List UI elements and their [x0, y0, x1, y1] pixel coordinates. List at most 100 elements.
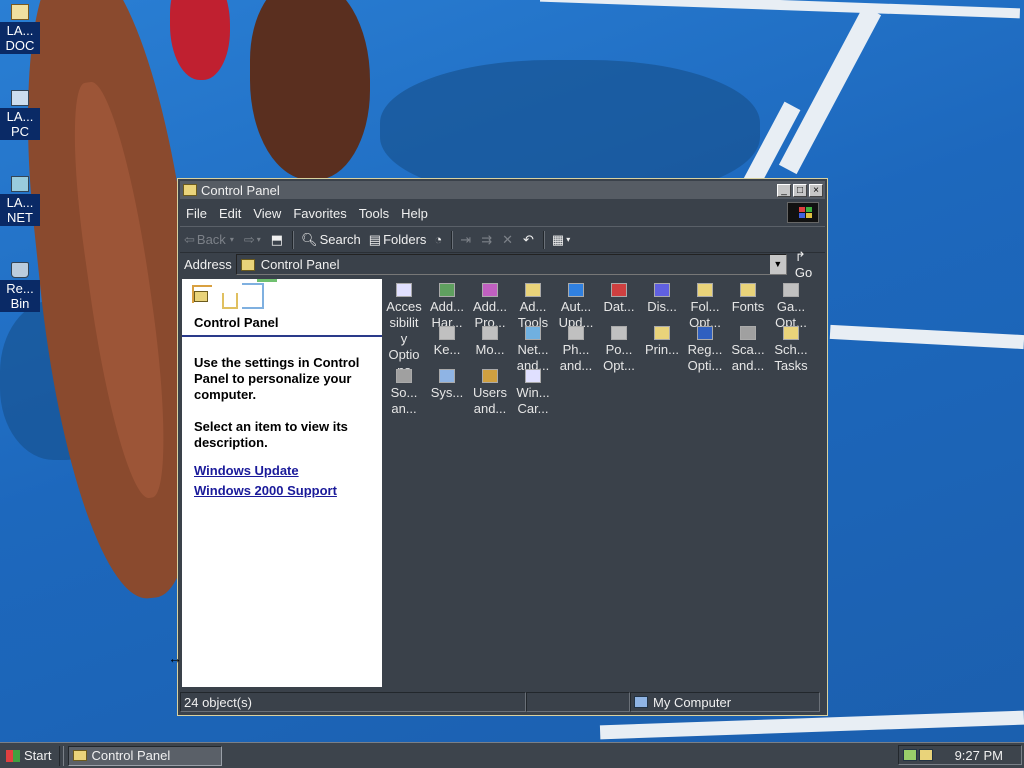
windows-2000-support-link[interactable]: Windows 2000 Support: [194, 483, 337, 498]
cp-item-printers[interactable]: Prin...: [642, 326, 682, 358]
windows-update-link[interactable]: Windows Update: [194, 463, 299, 478]
desktop-icon-label: LA...: [6, 195, 34, 210]
cp-item-accessibility[interactable]: AccessibilityOptions: [384, 283, 424, 379]
home-folder-icon: [11, 4, 29, 20]
menu-favorites[interactable]: Favorites: [287, 206, 352, 221]
cp-item-automatic-updates[interactable]: Aut... Upd...: [556, 283, 596, 331]
cp-item-label: Optio: [388, 347, 420, 362]
views-button[interactable]: ▦ ▾: [548, 229, 576, 251]
cp-item-phone-modem[interactable]: Ph... and...: [556, 326, 596, 374]
go-button[interactable]: ↱ Go: [795, 249, 825, 280]
recycle-bin-icon: [11, 262, 29, 278]
undo-button[interactable]: ↶: [519, 229, 540, 251]
cp-item-label: Ph...: [562, 342, 590, 357]
desktop-icon-computer[interactable]: LA... PC: [0, 88, 40, 140]
desktop-icon-network[interactable]: LA... NET: [0, 174, 40, 226]
menu-tools[interactable]: Tools: [353, 206, 395, 221]
cp-item-label: Sch...: [774, 342, 808, 357]
web-view-description: Use the settings in Control Panel to per…: [194, 355, 360, 402]
folders-icon: ▤: [368, 231, 382, 247]
minimize-button[interactable]: _: [777, 183, 791, 197]
cp-item-scanners-cameras[interactable]: Sca... and...: [728, 326, 768, 374]
cp-item-sounds-multimedia[interactable]: So... an...: [384, 369, 424, 417]
phone-modem-icon: [568, 326, 584, 340]
back-label: Back: [196, 232, 226, 247]
cp-item-wireless[interactable]: Win... Car...: [513, 369, 553, 417]
address-dropdown-button[interactable]: ▼: [769, 255, 786, 274]
desktop-icon-documents[interactable]: LA... DOC: [0, 2, 40, 54]
maximize-button[interactable]: □: [793, 183, 807, 197]
copy-to-button[interactable]: ⇉: [477, 229, 498, 251]
desktop-icon-label: LA...: [6, 109, 34, 124]
window-titlebar[interactable]: Control Panel _ □ ×: [180, 181, 825, 199]
menu-view[interactable]: View: [247, 206, 287, 221]
cp-item-label: Net...: [517, 342, 549, 357]
folder-options-icon: [697, 283, 713, 297]
wireless-icon: [525, 369, 541, 383]
resize-cursor-icon: ↔: [168, 650, 182, 666]
chevron-down-icon: ▼: [773, 259, 783, 269]
automatic-updates-icon: [568, 283, 584, 297]
back-button[interactable]: ⇦ Back ▾: [180, 229, 240, 251]
start-button[interactable]: Start: [2, 746, 55, 766]
desktop-icon-label: DOC: [5, 38, 35, 53]
cp-item-admin-tools[interactable]: Ad... Tools: [513, 283, 553, 331]
back-arrow-icon: ⇦: [184, 231, 195, 247]
menu-edit[interactable]: Edit: [213, 206, 247, 221]
fonts-icon: [740, 283, 756, 297]
web-view-pane: Control Panel Use the settings in Contro…: [182, 279, 382, 687]
start-label: Start: [24, 748, 52, 763]
cp-item-regional-options[interactable]: Reg... Opti...: [685, 326, 725, 374]
header-art: [242, 283, 264, 309]
search-label: Search: [319, 232, 361, 247]
cp-item-keyboard[interactable]: Ke...: [427, 326, 467, 358]
cp-item-game-controllers[interactable]: Ga... Opt...: [771, 283, 811, 331]
cp-item-display[interactable]: Dis...: [642, 283, 682, 315]
close-button[interactable]: ×: [809, 183, 823, 197]
cp-item-label: Reg...: [687, 342, 723, 357]
cp-item-label: and...: [473, 401, 507, 416]
desktop-icon-label: Re...: [6, 281, 34, 296]
taskbar-button-control-panel[interactable]: Control Panel: [68, 745, 223, 766]
regional-options-icon: [697, 326, 713, 340]
cp-item-add-hardware[interactable]: Add... Har...: [427, 283, 467, 331]
clock[interactable]: 9:27 PM: [955, 748, 1003, 763]
cp-item-label: y: [400, 331, 408, 346]
forward-arrow-icon: ⇨: [243, 231, 255, 247]
cp-item-network-connections[interactable]: Net... and...: [513, 326, 553, 374]
forward-button[interactable]: ⇨ ▾: [240, 229, 267, 251]
folders-button[interactable]: ▤ Folders: [365, 229, 431, 251]
header-art: [257, 279, 277, 282]
cp-item-scheduled-tasks[interactable]: Sch... Tasks: [771, 326, 811, 374]
address-value: Control Panel: [260, 257, 340, 272]
cp-item-folder-options[interactable]: Fol... Opt...: [685, 283, 725, 331]
cp-item-fonts[interactable]: Fonts: [728, 283, 768, 315]
status-empty-cell: [526, 692, 630, 712]
network-tray-icon[interactable]: [903, 749, 917, 761]
web-view-hint: Select an item to view its description.: [194, 419, 348, 450]
status-bar: 24 object(s) My Computer: [180, 690, 825, 714]
cp-item-label: Dis...: [647, 299, 677, 314]
menu-file[interactable]: File: [180, 206, 213, 221]
search-button[interactable]: 🔍︎ Search: [297, 229, 365, 251]
cp-item-label: and...: [731, 358, 765, 373]
history-button[interactable]: ◔: [430, 229, 448, 251]
control-panel-folder-icon: [183, 184, 197, 196]
cp-item-add-remove-programs[interactable]: Add... Pro...: [470, 283, 510, 331]
cp-item-power-options[interactable]: Po... Opt...: [599, 326, 639, 374]
desktop-icon-label: LA...: [6, 23, 34, 38]
cp-item-label: Tasks: [774, 358, 808, 373]
delete-button[interactable]: ✕: [498, 229, 519, 251]
cp-item-date-time[interactable]: Dat...: [599, 283, 639, 315]
up-folder-button[interactable]: ⬒: [267, 229, 289, 251]
address-input[interactable]: Control Panel ▼: [235, 254, 787, 275]
move-to-button[interactable]: ⇥: [456, 229, 477, 251]
cp-item-users-passwords[interactable]: Users and...: [470, 369, 510, 417]
address-bar: Address Control Panel ▼ ↱ Go: [180, 249, 825, 280]
desktop-icon-recycle-bin[interactable]: Re... Bin: [0, 260, 40, 312]
cp-item-system[interactable]: Sys...: [427, 369, 467, 401]
menu-help[interactable]: Help: [395, 206, 434, 221]
scheduler-tray-icon[interactable]: [919, 749, 933, 761]
cp-item-mouse[interactable]: Mo...: [470, 326, 510, 358]
status-zone-label: My Computer: [653, 694, 732, 710]
